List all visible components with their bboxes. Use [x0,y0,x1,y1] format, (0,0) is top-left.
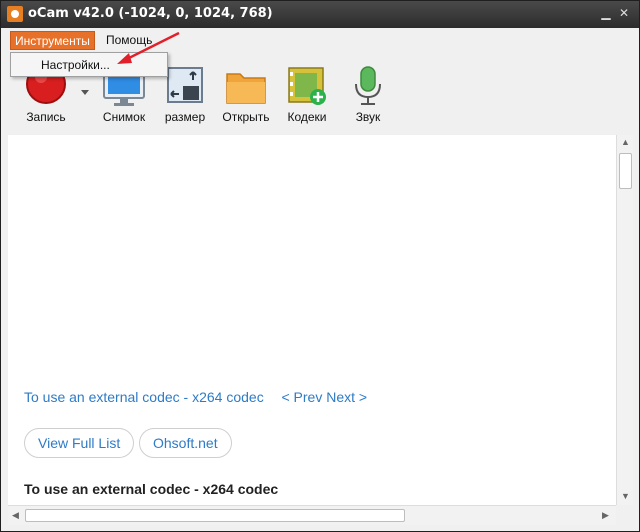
vertical-scroll-thumb[interactable] [619,153,632,189]
view-full-list-button[interactable]: View Full List [24,428,135,458]
open-button[interactable]: Открыть [216,62,276,130]
prev-link[interactable]: < Prev [281,389,322,405]
record-dropdown-icon[interactable] [81,90,89,96]
codec-link-row: To use an external codec - x264 codec < … [24,389,367,405]
app-window: oCam v42.0 (-1024, 0, 1024, 768) ▁ ✕ Инс… [0,0,640,532]
microphone-icon [355,66,381,105]
menu-item-settings[interactable]: Настройки... [41,58,110,72]
window-title: oCam v42.0 (-1024, 0, 1024, 768) [28,6,273,21]
ocam-app-icon [7,6,23,22]
codecs-button[interactable]: Кодеки [277,62,337,130]
scroll-right-icon[interactable]: ▶ [602,510,609,521]
codec-link[interactable]: To use an external codec - x264 codec [24,389,264,405]
folder-icon [226,73,266,104]
codecs-label: Кодеки [287,110,327,124]
scroll-up-icon[interactable]: ▲ [621,137,630,147]
capture-label: Снимок [102,110,146,124]
web-content-panel: To use an external codec - x264 codec < … [8,135,616,505]
menu-tools[interactable]: Инструменты [10,31,95,50]
menu-bar: Инструменты Помощь [1,28,639,52]
content-heading: To use an external codec - x264 codec [24,481,279,497]
minimize-icon[interactable]: ▁ [599,6,613,20]
next-link[interactable]: Next > [326,389,367,405]
annotation-arrow-icon [117,31,180,64]
record-label: Запись [26,110,66,124]
resize-label: размер [164,110,206,124]
scroll-down-icon[interactable]: ▼ [621,491,630,501]
title-bar[interactable]: oCam v42.0 (-1024, 0, 1024, 768) ▁ ✕ [1,1,639,28]
vertical-scrollbar[interactable]: ▲ ▼ [616,135,633,505]
film-add-icon [288,67,326,105]
close-icon[interactable]: ✕ [617,6,631,20]
horizontal-scroll-thumb[interactable] [25,509,405,522]
horizontal-scrollbar[interactable]: ◀ ▶ [8,505,616,525]
ohsoft-link-button[interactable]: Ohsoft.net [139,428,232,458]
sound-button[interactable]: Звук [338,62,398,130]
open-label: Открыть [222,110,270,124]
scroll-left-icon[interactable]: ◀ [12,510,19,521]
sound-label: Звук [355,110,381,124]
